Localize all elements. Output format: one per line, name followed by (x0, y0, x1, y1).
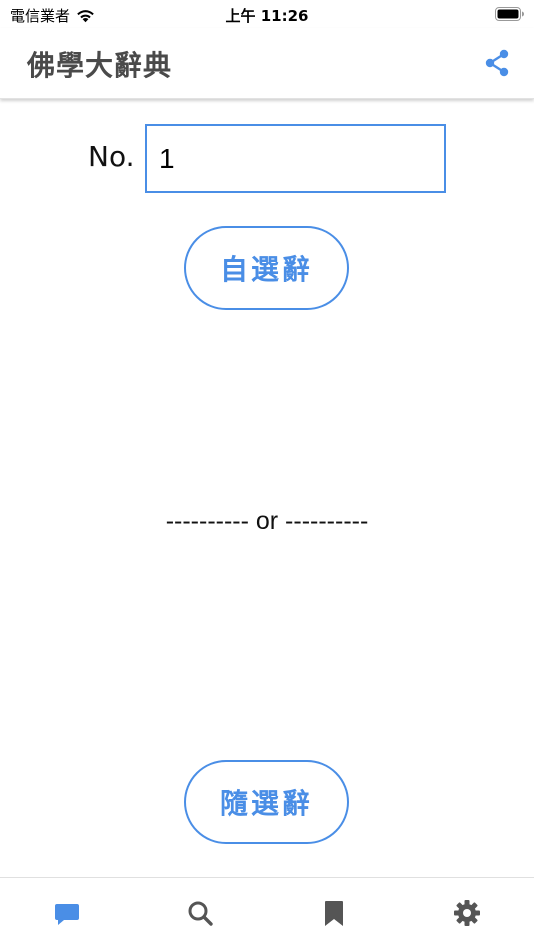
tab-entries[interactable] (52, 898, 82, 928)
chat-icon (55, 904, 79, 925)
tab-bar (0, 877, 534, 950)
search-icon (188, 901, 213, 926)
tab-bookmarks[interactable] (319, 898, 349, 928)
or-divider: ---------- or ---------- (165, 507, 369, 535)
battery-icon (495, 7, 524, 21)
gear-icon (454, 900, 480, 926)
number-row: No. (0, 124, 534, 194)
page-title: 佛學大辭典 (27, 49, 173, 82)
share-button[interactable] (482, 48, 512, 78)
nav-bar: 佛學大辭典 (0, 28, 534, 99)
number-input[interactable] (145, 124, 446, 193)
select-entry-button[interactable]: 自選辭 (184, 226, 349, 310)
status-bar: 電信業者 上午 11:26 (0, 0, 534, 28)
clock: 上午 11:26 (225, 7, 309, 25)
screen: 電信業者 上午 11:26 佛學大辭典 No. 1 自選辭 ----------… (0, 0, 534, 950)
tab-settings[interactable] (452, 898, 482, 928)
bookmark-icon (325, 901, 343, 926)
tab-search[interactable] (185, 898, 215, 928)
number-label: No. (88, 140, 135, 173)
random-entry-button[interactable]: 隨選辭 (184, 760, 349, 844)
share-icon (485, 49, 509, 77)
